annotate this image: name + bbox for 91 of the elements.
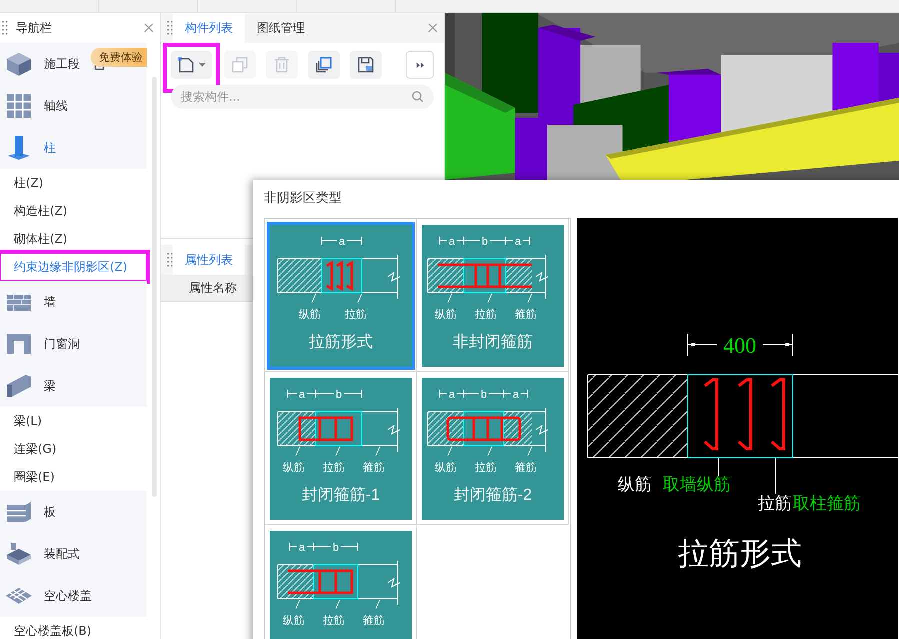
toolbar-button[interactable] bbox=[350, 51, 382, 79]
search-icon bbox=[412, 91, 424, 103]
leader-line bbox=[311, 294, 316, 304]
option-title: 封闭箍筋-1 bbox=[301, 487, 380, 504]
leader-line bbox=[527, 446, 532, 456]
note-label: 拉筋 bbox=[758, 494, 792, 514]
nav-category[interactable]: 装配式 bbox=[0, 533, 147, 575]
dimension-label: a bbox=[298, 542, 305, 554]
preview-title: 拉筋形式 bbox=[678, 536, 802, 572]
panel-tab[interactable]: 属性列表 bbox=[173, 245, 245, 275]
nav-category[interactable]: 梁 bbox=[0, 365, 147, 407]
type-option-card[interactable]: a b a 纵筋 拉筋 箍筋 非封闭箍筋 bbox=[418, 222, 566, 370]
dimension-label: a bbox=[448, 236, 455, 248]
trial-badge: 免费体验 bbox=[91, 48, 147, 67]
leader-line bbox=[357, 294, 362, 304]
type-option-card[interactable]: a b 纵筋 拉筋 箍筋 bbox=[266, 528, 414, 639]
rebar-label: 纵筋 bbox=[282, 462, 304, 474]
nav-category[interactable]: 柱 bbox=[0, 127, 147, 169]
rebar-label: 纵筋 bbox=[298, 309, 320, 321]
nav-item[interactable]: 约束边缘非阴影区(Z) bbox=[0, 253, 147, 281]
type-option-card[interactable]: a 纵筋 拉筋 拉筋形式 bbox=[266, 222, 414, 370]
type-option-card[interactable]: a b 纵筋 拉筋 箍筋 封闭箍筋-1 bbox=[266, 375, 414, 523]
caret-icon bbox=[199, 62, 206, 68]
leader-line bbox=[447, 446, 452, 456]
dimension-label: a bbox=[448, 389, 455, 401]
nav-category[interactable]: 施工段 免费体验 bbox=[0, 43, 147, 85]
nav-category[interactable]: 墙 bbox=[0, 281, 147, 323]
option-title: 封闭箍筋-2 bbox=[453, 487, 532, 504]
rebar-label: 拉筋 bbox=[322, 462, 344, 474]
toolbar-button[interactable] bbox=[171, 51, 212, 79]
close-icon[interactable] bbox=[144, 23, 154, 33]
drag-handle-icon[interactable] bbox=[2, 21, 8, 35]
option-title: 非封闭箍筋 bbox=[452, 334, 532, 351]
leader-line bbox=[375, 600, 380, 610]
panel-tab[interactable]: 构件列表 bbox=[173, 13, 245, 43]
save-icon bbox=[357, 56, 375, 74]
dimension-label: 400 bbox=[724, 333, 756, 358]
toolbar-button[interactable] bbox=[308, 51, 340, 79]
rebar-label: 拉筋 bbox=[474, 462, 496, 474]
rebar-label: 拉筋 bbox=[322, 615, 344, 627]
dimension-label: b bbox=[335, 389, 342, 401]
panel-title: 导航栏 bbox=[16, 20, 52, 36]
rebar-label: 箍筋 bbox=[362, 615, 384, 627]
rebar-label: 拉筋 bbox=[344, 309, 366, 321]
nav-category[interactable]: 板 bbox=[0, 491, 147, 533]
note-value: 取墙纵筋 bbox=[663, 475, 731, 495]
leader-line bbox=[335, 446, 340, 456]
leader-line bbox=[487, 294, 492, 304]
rebar-label: 纵筋 bbox=[434, 462, 456, 474]
rebar-label: 箍筋 bbox=[362, 462, 384, 474]
dialog-title: 非阴影区类型 bbox=[264, 191, 342, 206]
dimension-label: b bbox=[332, 542, 339, 554]
trash-icon bbox=[273, 56, 291, 74]
close-icon[interactable] bbox=[428, 23, 438, 33]
scrollbar[interactable] bbox=[152, 77, 157, 497]
grid-icon bbox=[4, 91, 34, 121]
panel-tab[interactable]: 图纸管理 bbox=[245, 13, 317, 43]
type-option-card[interactable]: a b a 纵筋 拉筋 箍筋 封闭箍筋-2 bbox=[418, 375, 566, 523]
rebar-label: 纵筋 bbox=[434, 309, 456, 321]
dimension-line bbox=[321, 236, 362, 246]
option-title: 拉筋形式 bbox=[308, 334, 372, 351]
leader-line bbox=[295, 600, 300, 610]
new-file-icon bbox=[177, 56, 195, 74]
leader-line bbox=[447, 294, 452, 304]
rebar-label: 箍筋 bbox=[514, 462, 536, 474]
leader-line bbox=[487, 446, 492, 456]
copy-icon bbox=[231, 56, 249, 74]
leader-line bbox=[718, 458, 720, 476]
rebar-label: 纵筋 bbox=[282, 615, 304, 627]
copy-layers-icon bbox=[315, 56, 333, 74]
leader-line bbox=[375, 446, 380, 456]
rebar-label: 箍筋 bbox=[514, 309, 536, 321]
dimension-label: a bbox=[298, 389, 305, 401]
nav-category[interactable]: 轴线 bbox=[0, 85, 147, 127]
leader-line bbox=[295, 446, 300, 456]
drag-handle-icon[interactable] bbox=[167, 253, 173, 267]
leader-line bbox=[335, 600, 340, 610]
double-arrow-icon bbox=[416, 60, 424, 70]
leader-line bbox=[527, 294, 532, 304]
nav-category[interactable]: 空心楼盖 bbox=[0, 575, 147, 617]
search-field[interactable]: 搜索构件... bbox=[171, 85, 434, 109]
nav-category[interactable]: 门窗洞 bbox=[0, 323, 147, 365]
dimension-label: b bbox=[480, 389, 487, 401]
rebar-label: 拉筋 bbox=[474, 309, 496, 321]
dimension-label: b bbox=[481, 236, 488, 248]
note-label: 纵筋 bbox=[618, 475, 652, 495]
dimension-label: a bbox=[512, 389, 519, 401]
drag-handle-icon[interactable] bbox=[167, 21, 173, 35]
dimension-label: a bbox=[338, 236, 345, 248]
dimension-label: a bbox=[514, 236, 521, 248]
note-value: 取柱箍筋 bbox=[793, 494, 861, 514]
